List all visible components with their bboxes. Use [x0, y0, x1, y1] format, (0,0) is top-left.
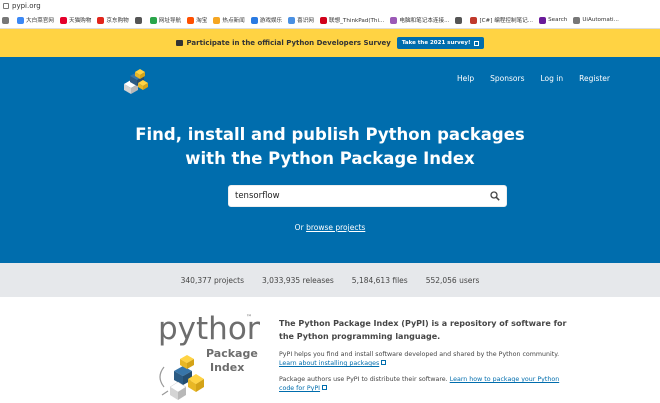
stats-bar: 340,377 projects 3,033,935 releases 5,18… — [0, 263, 660, 297]
external-link-icon — [381, 360, 387, 365]
search-button[interactable] — [484, 186, 506, 206]
bookmark-favicon-icon — [470, 16, 478, 24]
stat-projects: 340,377 projects — [180, 275, 244, 285]
bookmark-favicon-icon — [573, 16, 581, 24]
python-package-index-logo: python ™ Package Index — [158, 311, 260, 400]
bookmark-label: UiAutomati... — [582, 17, 619, 23]
bookmark-favicon-icon — [149, 16, 157, 24]
bookmark-label: 淘宝 — [196, 18, 208, 24]
bookmark-item[interactable]: Search — [539, 16, 568, 24]
bookmark-favicon-icon — [213, 16, 221, 24]
about-paragraph-2: Package authors use PyPI to distribute t… — [279, 375, 569, 393]
hero-section: Help Sponsors Log in Register Find, inst… — [0, 57, 660, 263]
bookmark-item[interactable]: UiAutomati... — [573, 16, 619, 24]
search-box — [228, 185, 507, 207]
banner-message: Participate in the official Python Devel… — [186, 39, 391, 47]
bookmark-label: 联想_ThinkPad(Thi... — [328, 18, 385, 24]
bookmark-label: Search — [548, 17, 568, 23]
bookmark-item[interactable]: [C#] 编程控制笔记... — [470, 16, 533, 24]
hero-title-line2: with the Python Package Index — [185, 149, 475, 168]
bookmark-label: [C#] 编程控制笔记... — [479, 18, 534, 24]
bookmark-label: 京东购物 — [106, 18, 129, 24]
bookmark-label: 天猫购物 — [68, 18, 92, 24]
bookmark-label: 喜识网 — [297, 18, 314, 24]
hero-title: Find, install and publish Python package… — [0, 123, 660, 171]
url-text: pypi.org — [12, 2, 41, 10]
browse-prefix: Or — [294, 223, 304, 232]
hero-title-line1: Find, install and publish Python package… — [135, 125, 525, 144]
bookmark-favicon-icon — [250, 16, 258, 24]
browse-row: Or browse projects — [0, 223, 660, 232]
bookmark-item[interactable]: 网址导航 — [149, 16, 182, 24]
about-p1-text: PyPI helps you find and install software… — [279, 351, 560, 358]
bookmark-favicon-icon — [187, 16, 195, 24]
logo-sub1: Package — [206, 347, 258, 360]
lock-icon — [3, 3, 9, 9]
bookmark-label: 网址导航 — [158, 18, 182, 24]
bookmark-favicon-icon — [2, 16, 9, 24]
about-paragraph-1: PyPI helps you find and install software… — [279, 350, 569, 368]
message-icon — [176, 40, 184, 46]
bookmark-item[interactable]: 淘宝 — [187, 16, 207, 24]
bookmark-item[interactable] — [455, 16, 464, 24]
about-lead: The Python Package Index (PyPI) is a rep… — [279, 319, 567, 341]
bookmarks-bar: 大白菜官网 天猫购物 京东购物 网址导航 淘宝 热点新闻 游戏娱乐 喜识网 联想_ThinkPa… — [0, 12, 660, 29]
take-survey-button[interactable]: Take the 2021 survey! — [396, 37, 484, 49]
bookmark-item[interactable] — [134, 16, 144, 24]
bookmark-favicon-icon — [97, 16, 105, 24]
logo-word: python — [158, 311, 260, 347]
external-link-icon — [322, 385, 328, 390]
stat-files: 5,184,613 files — [351, 275, 408, 285]
bookmark-label: 游戏娱乐 — [259, 18, 283, 24]
logo-sub2: Index — [210, 361, 244, 374]
nav-help[interactable]: Help — [457, 74, 474, 83]
nav-sponsors[interactable]: Sponsors — [490, 74, 524, 83]
external-link-icon — [473, 40, 479, 46]
bookmark-item[interactable]: 大白菜官网 — [17, 16, 54, 24]
pypi-logo-icon[interactable] — [121, 68, 151, 94]
bookmark-item[interactable]: 热点新闻 — [213, 16, 245, 24]
main-nav: Help Sponsors Log in Register — [441, 74, 610, 83]
bookmark-item[interactable] — [2, 16, 11, 24]
bookmark-favicon-icon — [134, 16, 142, 24]
about-text: The Python Package Index (PyPI) is a rep… — [279, 317, 569, 400]
bookmark-label: 大白菜官网 — [26, 18, 54, 24]
stat-releases: 3,033,935 releases — [261, 275, 334, 285]
bookmark-favicon-icon — [319, 16, 327, 24]
bookmark-item[interactable]: 联想_ThinkPad(Thi... — [319, 16, 385, 24]
bookmark-label: 电脑和笔记本连接... — [399, 18, 450, 24]
nav-register[interactable]: Register — [579, 74, 610, 83]
bookmark-favicon-icon — [390, 16, 398, 24]
bookmark-item[interactable]: 喜识网 — [288, 16, 314, 24]
bookmark-favicon-icon — [539, 16, 547, 24]
search-input[interactable] — [229, 186, 484, 206]
learn-installing-link[interactable]: Learn about installing packages — [279, 360, 379, 367]
bookmark-item[interactable]: 电脑和笔记本连接... — [390, 16, 449, 24]
about-p2-text: Package authors use PyPI to distribute t… — [279, 376, 448, 383]
bookmark-item[interactable]: 京东购物 — [97, 16, 129, 24]
address-bar[interactable]: pypi.org — [0, 0, 660, 12]
bookmark-item[interactable]: 游戏娱乐 — [250, 16, 283, 24]
nav-log-in[interactable]: Log in — [540, 74, 563, 83]
stat-users: 552,056 users — [425, 275, 480, 285]
bookmark-item[interactable]: 天猫购物 — [59, 16, 92, 24]
bookmark-favicon-icon — [59, 16, 67, 24]
about-section: python ™ Package Index The Python Packag… — [0, 297, 660, 403]
bookmark-favicon-icon — [455, 16, 463, 24]
browse-projects-link[interactable]: browse projects — [306, 223, 365, 232]
bookmark-favicon-icon — [17, 16, 24, 24]
search-icon — [490, 191, 500, 201]
logo-tm: ™ — [246, 314, 252, 321]
bookmark-favicon-icon — [288, 16, 296, 24]
bookmark-label: 热点新闻 — [222, 18, 245, 24]
survey-banner: Participate in the official Python Devel… — [0, 29, 660, 57]
take-survey-label: Take the 2021 survey! — [401, 40, 471, 46]
